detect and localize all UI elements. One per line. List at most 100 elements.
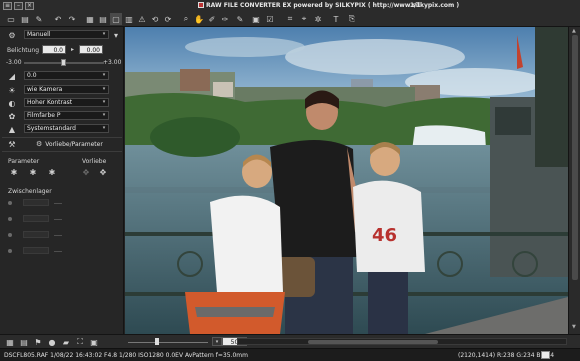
single-view-icon[interactable]: ▢ (110, 13, 122, 25)
flag-icon[interactable]: ⚑ (32, 336, 44, 348)
adjustment-panel: ⚙ Manuell ▾ ▾ Belichtung 0.0 ▸ 0.00 -3.0… (0, 27, 124, 334)
scroll-down-icon[interactable]: ▼ (572, 324, 576, 330)
wb-mode-icon[interactable]: ☀ (7, 85, 17, 95)
hand-icon[interactable]: ✋ (193, 13, 205, 25)
horizontal-scroll-thumb[interactable] (308, 340, 438, 344)
zoom-dropdown[interactable]: ▾ (212, 337, 222, 346)
buffer-slot-3[interactable] (23, 231, 49, 238)
rotate-left-icon[interactable]: ⟲ (149, 13, 161, 25)
minimize-button[interactable]: – (14, 2, 23, 10)
filmstrip-view-icon[interactable]: ▤ (97, 13, 109, 25)
scroll-up-icon[interactable]: ▲ (572, 28, 576, 34)
redo-icon[interactable]: ↷ (66, 13, 78, 25)
tools-icon[interactable]: ⚒ (7, 139, 17, 149)
tone-picker-icon[interactable]: ✎ (234, 13, 246, 25)
panorama-icon[interactable]: ▰ (60, 336, 72, 348)
buffer-slot-2-line (54, 219, 62, 223)
gray-picker-icon[interactable]: ✑ (219, 13, 231, 25)
wb-picker-icon[interactable]: ✐ (206, 13, 218, 25)
grid-view-icon[interactable]: ▦ (84, 13, 96, 25)
divider (2, 137, 122, 138)
zoom-slider-knob[interactable] (155, 338, 159, 345)
chevron-down-icon: ▾ (102, 112, 106, 118)
exposure-max-label: +3.00 (103, 59, 122, 66)
straighten-icon[interactable]: ⌖ (298, 13, 310, 25)
layout-icon[interactable]: ▦ (4, 336, 16, 348)
preset-dropdown-value: Manuell (27, 31, 51, 38)
image-viewer[interactable]: 46 (125, 27, 568, 334)
white-balance-icon[interactable]: ◢ (7, 71, 17, 81)
spot-icon[interactable]: ✲ (312, 13, 324, 25)
compare-view-icon[interactable]: ▥ (123, 13, 135, 25)
params-paste-icon[interactable]: ✱ (47, 168, 57, 178)
buffer-slot-2-icon (8, 217, 12, 221)
params-save-icon[interactable]: ✱ (28, 168, 38, 178)
exposure-slider-knob[interactable] (61, 59, 66, 66)
color-icon[interactable]: ✿ (7, 111, 17, 121)
tone-dropdown[interactable]: Hoher Kontrast ▾ (24, 98, 109, 107)
buffer-label: Zwischenlager (8, 188, 52, 195)
exposure-toggle-icon[interactable]: ▸ (71, 46, 74, 53)
buffer-slot-3-line (54, 235, 62, 239)
zoom-slider-track[interactable] (128, 342, 208, 343)
pixel-info: (2120,1414) R:238 G:234 B:234 (458, 352, 555, 359)
thumbnail-icon[interactable]: ▤ (18, 336, 30, 348)
batch-icon[interactable]: ✎ (33, 13, 45, 25)
white-balance-dropdown[interactable]: 0.0 ▾ (24, 71, 109, 80)
camera-preset-icon: ⚙ (8, 30, 16, 40)
sharpness-icon[interactable]: ▲ (7, 124, 17, 134)
prefs-load-icon[interactable]: ✥ (81, 168, 91, 178)
tone-icon[interactable]: ◐ (7, 98, 17, 108)
buffer-slot-4[interactable] (23, 247, 49, 254)
zoom-icon[interactable]: ⌕ (180, 13, 192, 25)
color-circle-icon[interactable]: ● (46, 336, 58, 348)
vertical-scrollbar[interactable]: ▲ ▼ (568, 27, 580, 334)
crop-icon[interactable]: ⌗ (284, 13, 296, 25)
buffer-slot-1[interactable] (23, 199, 49, 206)
divider (2, 151, 122, 152)
open-folder-icon[interactable]: ▭ (5, 13, 17, 25)
exposure-input[interactable]: 0.0 (42, 45, 66, 54)
window-menu-button[interactable]: ≡ (3, 2, 12, 10)
close-button[interactable]: × (25, 2, 34, 10)
page-counter: 1/1 (410, 2, 421, 9)
fit-icon[interactable]: ⛶ (74, 336, 86, 348)
text-icon[interactable]: T (330, 13, 342, 25)
color-dropdown[interactable]: Filmfarbe P ▾ (24, 111, 109, 120)
params-load-icon[interactable]: ✱ (9, 168, 19, 178)
parameter-label: Parameter (8, 158, 40, 165)
vertical-scroll-thumb[interactable] (572, 35, 578, 280)
chevron-down-icon: ▾ (102, 125, 106, 131)
mark-icon[interactable]: ▣ (250, 13, 262, 25)
paste-icon[interactable]: ⎘ (346, 13, 358, 25)
color-check-icon[interactable]: ☑ (264, 13, 276, 25)
buffer-slot-2[interactable] (23, 215, 49, 222)
sharpness-dropdown[interactable]: Systemstandard ▾ (24, 124, 109, 133)
silkypix-logo-icon (198, 2, 204, 8)
preset-dropdown[interactable]: Manuell ▾ (24, 30, 109, 39)
presets-button[interactable]: ⚙ Vorliebe/Parameter (36, 140, 103, 148)
pixel-color-swatch (541, 351, 550, 359)
save-icon[interactable]: ▤ (19, 13, 31, 25)
app-title: RAW FILE CONVERTER EX powered by SILKYPI… (206, 2, 460, 9)
chevron-down-icon: ▾ (102, 72, 106, 78)
exposure-second-input[interactable]: 0.00 (79, 45, 103, 54)
toolbar: ≡ – × RAW FILE CONVERTER EX powered by S… (0, 0, 580, 27)
sharpness-value: Systemstandard (27, 125, 76, 132)
presets-gear-icon: ⚙ (36, 140, 43, 148)
preferences-label: Vorliebe (82, 158, 107, 165)
preview-photo: 46 (125, 27, 568, 334)
buffer-slot-4-line (54, 251, 62, 255)
chevron-down-icon: ▾ (102, 31, 106, 37)
buffer-slot-3-icon (8, 233, 12, 237)
exposure-label: Belichtung (7, 47, 40, 54)
preset-menu-icon[interactable]: ▾ (111, 30, 121, 40)
fullscreen-icon[interactable]: ▣ (88, 336, 100, 348)
rotate-right-icon[interactable]: ⟳ (162, 13, 174, 25)
wb-mode-dropdown[interactable]: wie Kamera ▾ (24, 85, 109, 94)
warning-icon[interactable]: ⚠ (136, 13, 148, 25)
buffer-slot-4-icon (8, 249, 12, 253)
horizontal-scrollbar[interactable] (237, 338, 567, 345)
undo-icon[interactable]: ↶ (52, 13, 64, 25)
prefs-save-icon[interactable]: ✥ (98, 168, 108, 178)
